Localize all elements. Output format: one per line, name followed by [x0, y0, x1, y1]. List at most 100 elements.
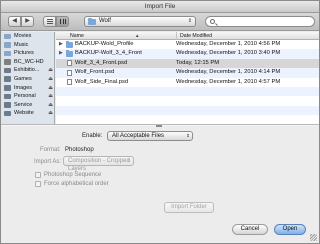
- sidebar: Movies Music Pictures BC_WC-HD Exhibitio... ⏏…: [1, 32, 55, 124]
- eject-icon[interactable]: ⏏: [48, 92, 53, 101]
- import-as-value: Composition - Cropped Layers: [68, 158, 130, 172]
- sidebar-item[interactable]: Games ⏏: [1, 75, 54, 84]
- import-file-dialog: Import File ◀ ▶ Wolf ⇕ Movies Music Pictur…: [0, 0, 320, 244]
- file-rows: ▶ BACKUP-Wold_Profile Wednesday, December …: [56, 40, 319, 124]
- sidebar-item[interactable]: Movies: [1, 32, 54, 41]
- force-alphabetical-label: Force alphabetical order: [44, 181, 109, 187]
- column-header-date[interactable]: Date Modified: [176, 32, 212, 40]
- column-view-button[interactable]: [56, 16, 69, 27]
- sidebar-item-label: Pictures: [14, 50, 34, 57]
- network-drive-icon: [4, 85, 11, 91]
- dialog-title: Import File: [1, 1, 319, 13]
- network-drive-icon: [4, 76, 11, 82]
- file-date: Wednesday, December 1, 2010 4:14 PM: [176, 69, 281, 76]
- eject-icon[interactable]: ⏏: [48, 75, 53, 84]
- photoshop-sequence-label: Photoshop Sequence: [44, 172, 102, 178]
- photoshop-sequence-checkbox[interactable]: [35, 172, 41, 178]
- sidebar-item-label: Personal: [14, 93, 36, 100]
- folder-icon: [66, 50, 73, 57]
- location-label: Wolf: [99, 18, 111, 24]
- import-folder-button[interactable]: Import Folder: [164, 202, 214, 213]
- network-drive-icon: [4, 93, 11, 100]
- sort-ascending-icon: ▲: [135, 33, 140, 38]
- eject-icon[interactable]: ⏏: [48, 84, 53, 93]
- network-drive-icon: [4, 102, 11, 108]
- file-date: Wednesday, December 1, 2010 4:56 PM: [176, 41, 281, 47]
- sidebar-item-label: Website: [14, 110, 34, 117]
- search-icon: [210, 19, 215, 24]
- file-list: Name ▲ Date Modified ▶ BACKUP-Wold_Profil…: [56, 32, 319, 124]
- table-row[interactable]: Wolf_3_4_Front.psd Today, 12:15 PM: [56, 58, 319, 69]
- enable-popup[interactable]: All Acceptable Files ⇕: [107, 131, 193, 141]
- column-view-icon: [60, 19, 66, 24]
- import-as-popup[interactable]: Composition - Cropped Layers ⇕: [63, 156, 134, 172]
- music-folder-icon: [4, 42, 11, 48]
- sidebar-item[interactable]: BC_WC-HD: [1, 58, 54, 67]
- force-alphabetical-checkbox[interactable]: [35, 181, 41, 187]
- document-icon: [67, 60, 72, 67]
- table-row[interactable]: ▶ BACKUP-Wolf_3_4_Front Wednesday, Decembe…: [56, 49, 319, 59]
- list-view-button[interactable]: [43, 16, 56, 27]
- window-resize-icon[interactable]: [310, 234, 317, 241]
- sidebar-item[interactable]: Pictures: [1, 49, 54, 58]
- sidebar-item-label: Exhibitio...: [14, 67, 40, 74]
- search-field[interactable]: [205, 16, 315, 27]
- forward-arrow-icon: ▶: [25, 18, 30, 24]
- document-icon: [67, 69, 72, 76]
- cancel-button[interactable]: Cancel: [232, 224, 268, 235]
- back-arrow-icon: ◀: [12, 18, 17, 24]
- table-row: [56, 105, 319, 116]
- list-view-icon: [47, 19, 53, 24]
- file-date: Wednesday, December 1, 2010 3:40 PM: [176, 50, 281, 57]
- toolbar: ◀ ▶ Wolf ⇕: [1, 13, 319, 31]
- enable-label: Enable:: [82, 133, 103, 139]
- table-row: [56, 86, 319, 97]
- location-popup[interactable]: Wolf ⇕: [84, 16, 196, 27]
- network-drive-icon: [4, 67, 11, 74]
- import-as-label: Import As:: [34, 159, 62, 165]
- resize-grip-icon[interactable]: [156, 125, 162, 127]
- disclosure-triangle-icon[interactable]: ▶: [59, 40, 63, 49]
- format-value: Photoshop: [65, 147, 94, 153]
- sidebar-item-label: BC_WC-HD: [14, 58, 44, 65]
- sidebar-item[interactable]: Service ⏏: [1, 101, 54, 110]
- sidebar-item-label: Games: [14, 75, 32, 82]
- file-date: Wednesday, December 1, 2010 4:57 PM: [176, 78, 281, 85]
- sidebar-item-label: Images: [14, 84, 33, 91]
- table-row[interactable]: Wolf_Front.psd Wednesday, December 1, 201…: [56, 68, 319, 78]
- chevron-updown-icon: ⇕: [127, 158, 131, 163]
- network-drive-icon: [4, 110, 11, 117]
- sidebar-item[interactable]: Music: [1, 41, 54, 50]
- chevron-updown-icon: ⇕: [186, 133, 190, 138]
- table-row[interactable]: Wolf_Side_Final.psd Wednesday, December 1…: [56, 78, 319, 87]
- eject-icon[interactable]: ⏏: [48, 109, 53, 118]
- drive-icon: [4, 59, 11, 65]
- back-button[interactable]: ◀: [8, 16, 21, 27]
- forward-button[interactable]: ▶: [21, 16, 34, 27]
- file-name: BACKUP-Wolf_3_4_Front: [75, 50, 142, 57]
- folder-icon: [88, 18, 96, 25]
- file-name: Wolf_3_4_Front.psd: [75, 59, 128, 66]
- sidebar-item[interactable]: Personal ⏏: [1, 92, 54, 101]
- sidebar-item[interactable]: Website ⏏: [1, 109, 54, 118]
- file-name: Wolf_Side_Final.psd: [75, 78, 129, 85]
- eject-icon[interactable]: ⏏: [48, 66, 53, 75]
- file-date: Today, 12:15 PM: [176, 59, 220, 66]
- format-label: Format:: [40, 147, 61, 153]
- sidebar-item[interactable]: Images ⏏: [1, 84, 54, 93]
- movies-folder-icon: [4, 33, 11, 39]
- file-list-header: Name ▲ Date Modified: [56, 32, 319, 40]
- open-button[interactable]: Open: [274, 224, 306, 235]
- sidebar-item[interactable]: Exhibitio... ⏏: [1, 66, 54, 75]
- disclosure-triangle-icon[interactable]: ▶: [59, 49, 63, 58]
- table-row: [56, 115, 319, 124]
- file-name: Wolf_Front.psd: [75, 69, 115, 76]
- eject-icon[interactable]: ⏏: [48, 101, 53, 110]
- folder-icon: [66, 41, 73, 48]
- file-name: BACKUP-Wold_Profile: [75, 41, 134, 47]
- column-header-name[interactable]: Name: [70, 32, 84, 40]
- chevron-updown-icon: ⇕: [187, 18, 192, 24]
- table-row[interactable]: ▶ BACKUP-Wold_Profile Wednesday, December …: [56, 40, 319, 49]
- sidebar-item-label: Music: [14, 41, 29, 48]
- sidebar-item-label: Service: [14, 101, 33, 108]
